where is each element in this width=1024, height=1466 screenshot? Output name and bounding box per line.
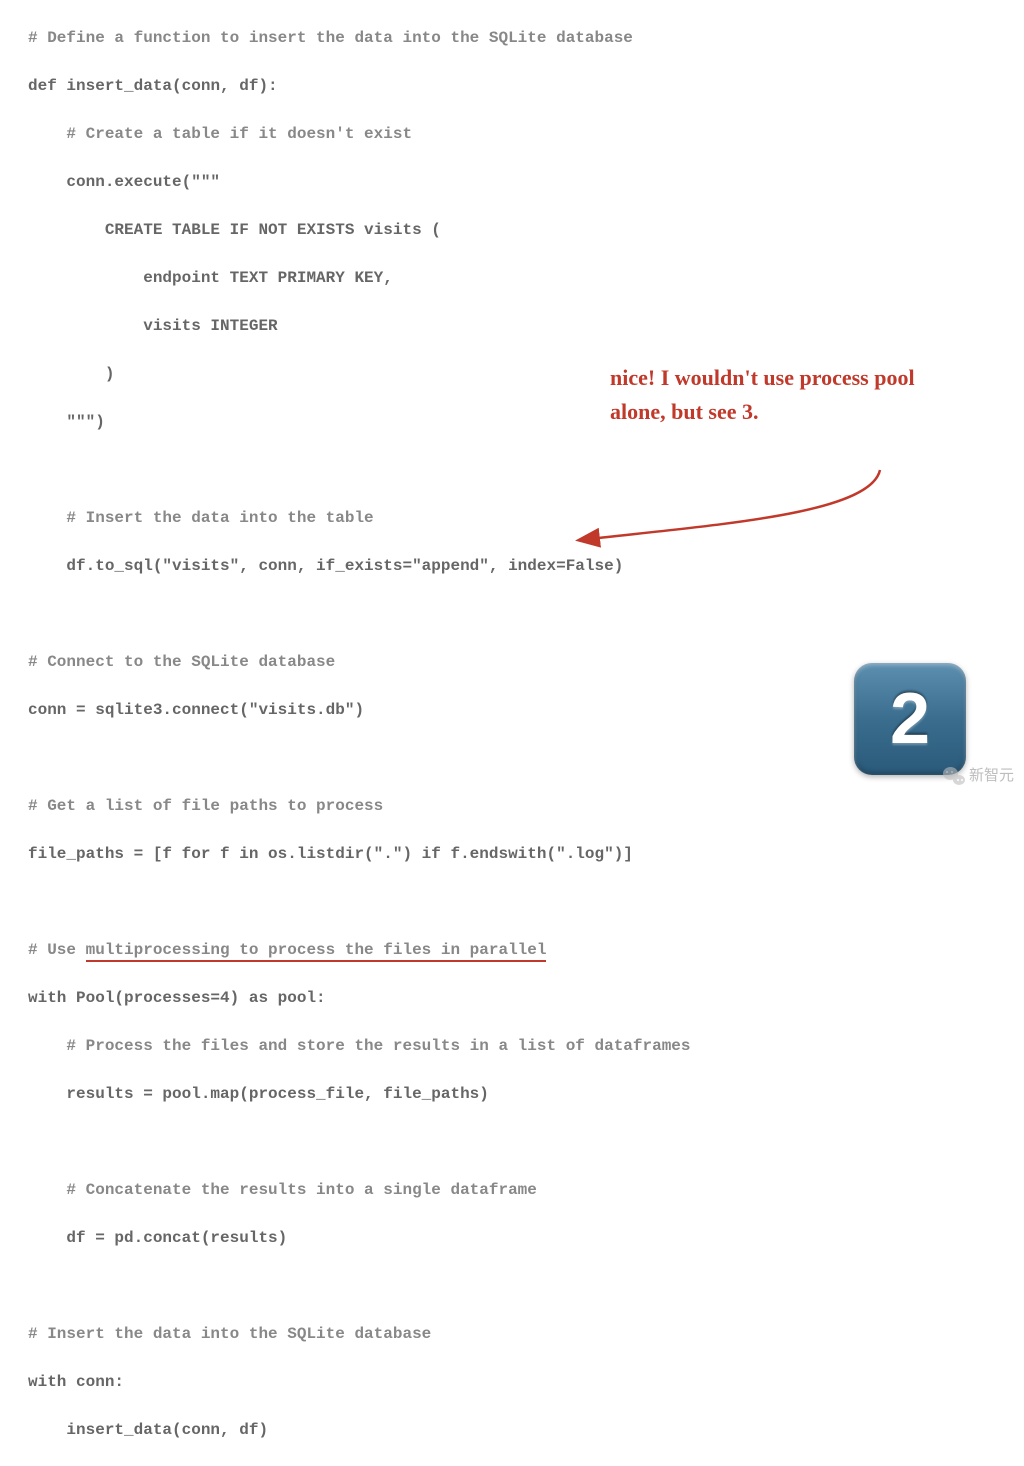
code-line: # Create a table if it doesn't exist <box>28 122 1024 146</box>
code-line <box>28 1274 1024 1298</box>
code-line: CREATE TABLE IF NOT EXISTS visits ( <box>28 218 1024 242</box>
code-line: def insert_data(conn, df): <box>28 74 1024 98</box>
code-line: # Use multiprocessing to process the fil… <box>28 938 1024 962</box>
code-line: file_paths = [f for f in os.listdir(".")… <box>28 842 1024 866</box>
code-line: results = pool.map(process_file, file_pa… <box>28 1082 1024 1106</box>
number-badge: 2 <box>854 663 966 775</box>
code-line <box>28 1130 1024 1154</box>
code-line <box>28 458 1024 482</box>
code-line: endpoint TEXT PRIMARY KEY, <box>28 266 1024 290</box>
code-line: # Process the files and store the result… <box>28 1034 1024 1058</box>
code-line: # Get a list of file paths to process <box>28 794 1024 818</box>
handwritten-annotation: nice! I wouldn't use process pool alone,… <box>610 361 920 429</box>
code-line: insert_data(conn, df) <box>28 1418 1024 1442</box>
code-line: df = pd.concat(results) <box>28 1226 1024 1250</box>
underlined-text: multiprocessing to process the files in … <box>86 941 547 962</box>
badge-number: 2 <box>890 665 930 773</box>
code-line: with Pool(processes=4) as pool: <box>28 986 1024 1010</box>
code-line: conn.execute(""" <box>28 170 1024 194</box>
code-line: # Insert the data into the SQLite databa… <box>28 1322 1024 1346</box>
code-line: # Concatenate the results into a single … <box>28 1178 1024 1202</box>
code-line: df.to_sql("visits", conn, if_exists="app… <box>28 554 1024 578</box>
code-line: with conn: <box>28 1370 1024 1394</box>
code-line <box>28 602 1024 626</box>
code-line: # Insert the data into the table <box>28 506 1024 530</box>
code-line: visits INTEGER <box>28 314 1024 338</box>
code-line: # Define a function to insert the data i… <box>28 26 1024 50</box>
code-line <box>28 890 1024 914</box>
